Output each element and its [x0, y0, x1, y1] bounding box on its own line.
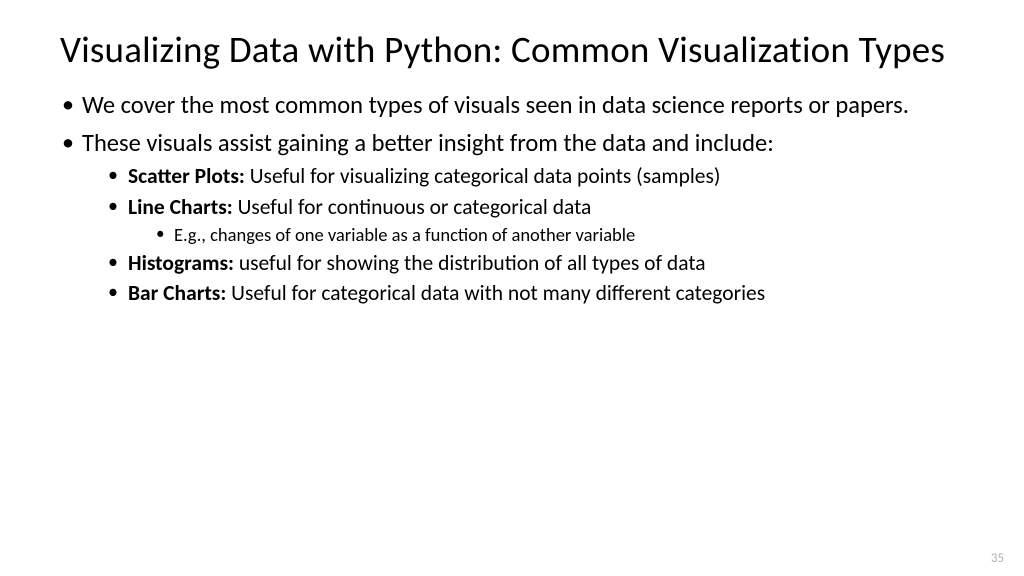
sub-bullet-item: Bar Charts: Useful for categorical data … [104, 280, 964, 308]
page-number: 35 [991, 551, 1004, 566]
slide-content: We cover the most common types of visual… [60, 90, 964, 307]
slide-title: Visualizing Data with Python: Common Vis… [60, 28, 964, 72]
sub-sub-bullet-item: E.g., changes of one variable as a funct… [150, 223, 964, 247]
bullet-item: These visuals assist gaining a better in… [60, 128, 964, 308]
bullet-list: We cover the most common types of visual… [60, 90, 964, 307]
sub-bullet-label: Histograms: [128, 250, 239, 276]
sub-bullet-text: Useful for visualizing categorical data … [250, 163, 721, 189]
sub-bullet-text: Useful for continuous or categorical dat… [238, 194, 592, 220]
sub-bullet-text: useful for showing the distribution of a… [239, 250, 706, 276]
sub-bullet-list: Scatter Plots: Useful for visualizing ca… [82, 163, 964, 308]
sub-bullet-label: Scatter Plots: [128, 163, 250, 189]
sub-bullet-label: Line Charts: [128, 194, 238, 220]
bullet-text: We cover the most common types of visual… [82, 90, 909, 120]
sub-bullet-text: Useful for categorical data with not man… [231, 280, 765, 306]
slide-container: Visualizing Data with Python: Common Vis… [0, 0, 1024, 308]
sub-sub-bullet-text: E.g., changes of one variable as a funct… [174, 223, 635, 246]
sub-bullet-item: Scatter Plots: Useful for visualizing ca… [104, 163, 964, 191]
bullet-item: We cover the most common types of visual… [60, 90, 964, 121]
sub-bullet-item: Line Charts: Useful for continuous or ca… [104, 194, 964, 247]
bullet-text: These visuals assist gaining a better in… [82, 128, 774, 158]
sub-bullet-item: Histograms: useful for showing the distr… [104, 250, 964, 278]
sub-bullet-label: Bar Charts: [128, 280, 231, 306]
sub-sub-bullet-list: E.g., changes of one variable as a funct… [128, 223, 964, 247]
